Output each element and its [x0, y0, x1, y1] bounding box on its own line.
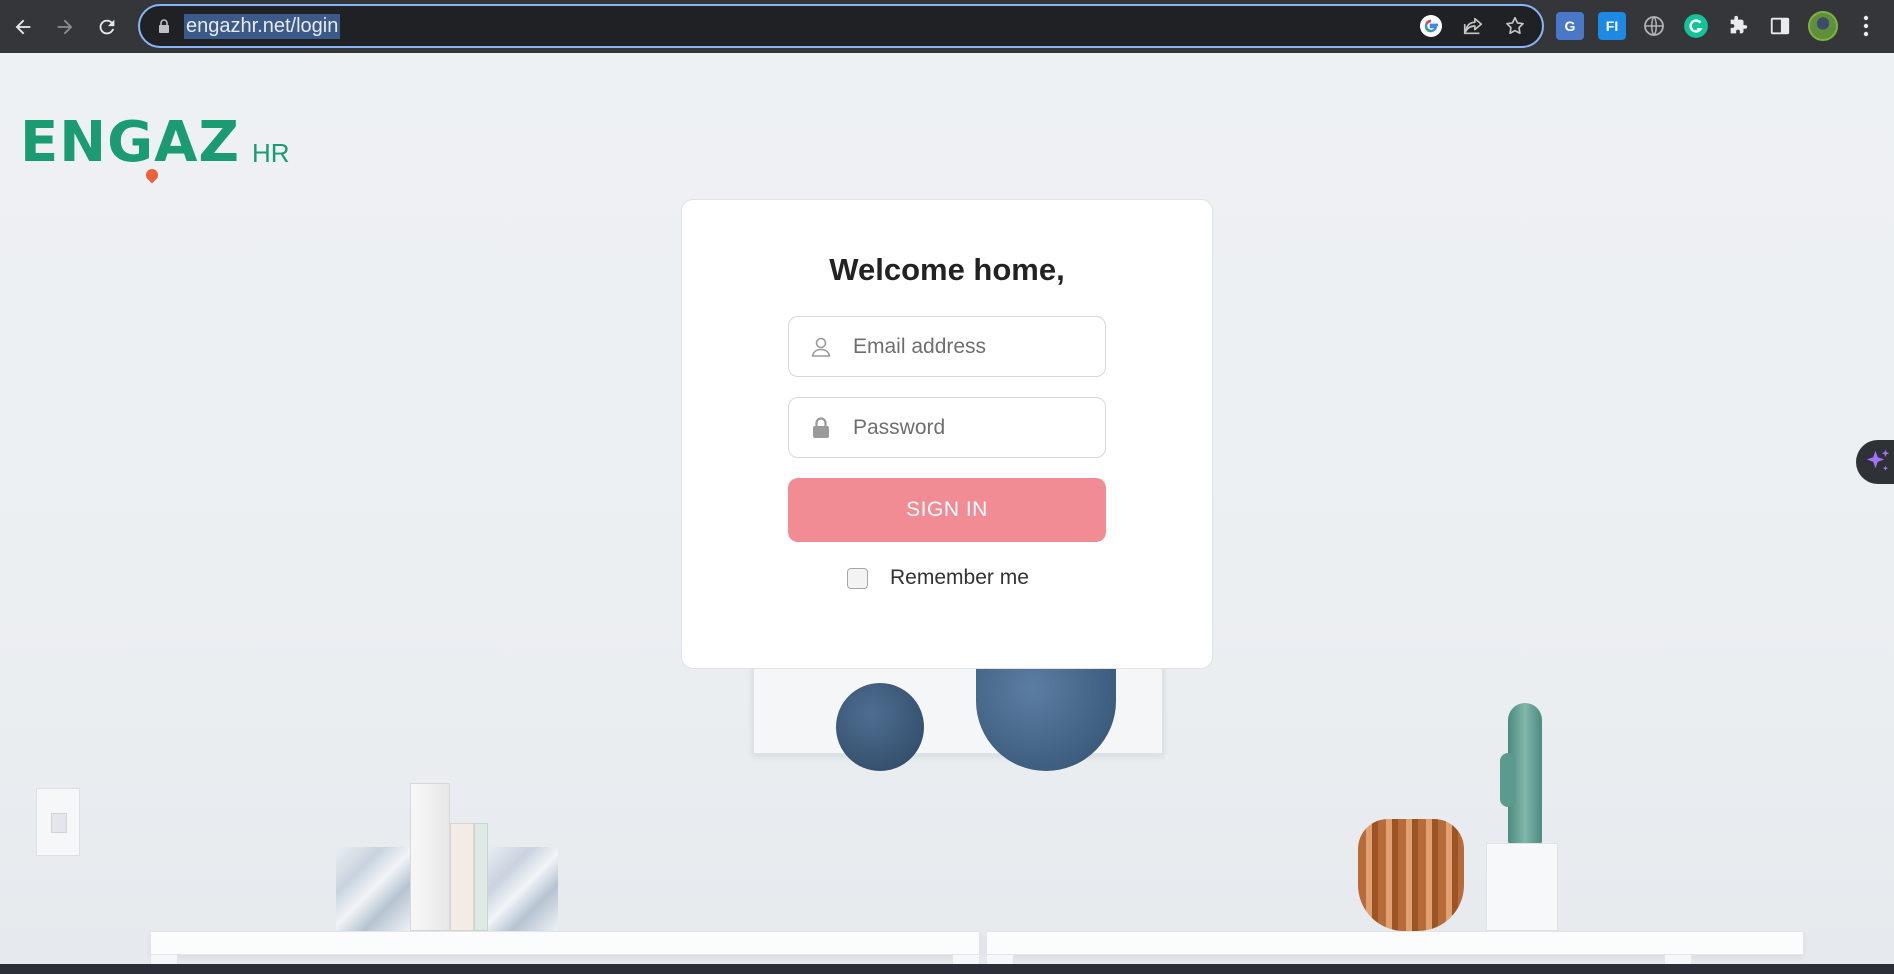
lock-icon [159, 19, 169, 33]
marble-block-decoration [336, 847, 410, 931]
shelf-leg-decoration [150, 955, 178, 964]
forward-button[interactable] [44, 6, 86, 48]
shelf-leg-decoration [986, 955, 1014, 964]
url-text[interactable]: engazhr.net/login [184, 13, 341, 39]
back-arrow-icon [15, 19, 31, 34]
book-decoration [450, 823, 474, 931]
address-bar[interactable]: engazhr.net/login [138, 4, 1544, 48]
book-decoration [474, 823, 488, 931]
book-decoration [410, 783, 450, 931]
shelf-leg-decoration [1664, 955, 1692, 964]
reload-icon [99, 19, 115, 34]
sign-in-button[interactable]: SIGN IN [788, 478, 1106, 542]
ai-assistant-tab[interactable] [1856, 440, 1894, 484]
plant-pot-decoration [1486, 843, 1558, 931]
star-icon [1506, 16, 1524, 35]
back-button[interactable] [2, 6, 44, 48]
remember-me-checkbox[interactable] [847, 567, 868, 589]
forward-arrow-icon [57, 19, 73, 34]
google-lens-button[interactable] [1418, 13, 1444, 39]
reload-button[interactable] [86, 6, 128, 48]
google-icon [1420, 15, 1442, 37]
marble-block-decoration [486, 847, 558, 931]
extensions-area: G FI [1556, 8, 1880, 44]
user-icon [811, 337, 831, 357]
blue-ball-decoration [836, 683, 924, 771]
password-input[interactable] [853, 415, 1093, 440]
profile-avatar[interactable] [1808, 11, 1838, 41]
login-card: Welcome home, SIGN IN Remember me [681, 199, 1213, 669]
bookmark-star-button[interactable] [1502, 13, 1528, 39]
logo-subtitle: HR [252, 138, 290, 168]
shelf-leg-decoration [952, 955, 980, 964]
lock-icon [813, 416, 829, 438]
taskbar-strip [0, 964, 1894, 974]
globe-extension-icon[interactable] [1640, 12, 1668, 40]
password-field[interactable] [788, 397, 1106, 458]
shelf-decoration [986, 931, 1804, 955]
sparkle-icon [1866, 449, 1890, 471]
email-field[interactable] [788, 316, 1106, 377]
menu-kebab-icon[interactable] [1852, 12, 1880, 40]
fi-extension-icon[interactable]: FI [1598, 12, 1626, 40]
share-icon [1463, 17, 1483, 35]
shelf-decoration [150, 931, 980, 955]
remember-me-row[interactable]: Remember me [847, 566, 1029, 590]
light-switch-decoration [36, 788, 80, 856]
engaz-hr-logo[interactable]: ENGAZ HR [20, 110, 290, 184]
copper-vase-decoration [1358, 819, 1464, 931]
browser-toolbar: engazhr.net/login G FI [0, 0, 1894, 53]
remember-me-label[interactable]: Remember me [890, 566, 1029, 590]
translate-extension-icon[interactable]: G [1556, 12, 1584, 40]
side-panel-icon[interactable] [1766, 12, 1794, 40]
cactus-arm-decoration [1500, 753, 1516, 807]
welcome-title: Welcome home, [829, 252, 1065, 287]
share-button[interactable] [1460, 13, 1486, 39]
logo-wordmark: ENGAZ [20, 110, 241, 175]
email-input[interactable] [853, 334, 1093, 359]
grammarly-extension-icon[interactable] [1682, 12, 1710, 40]
extensions-puzzle-icon[interactable] [1724, 12, 1752, 40]
